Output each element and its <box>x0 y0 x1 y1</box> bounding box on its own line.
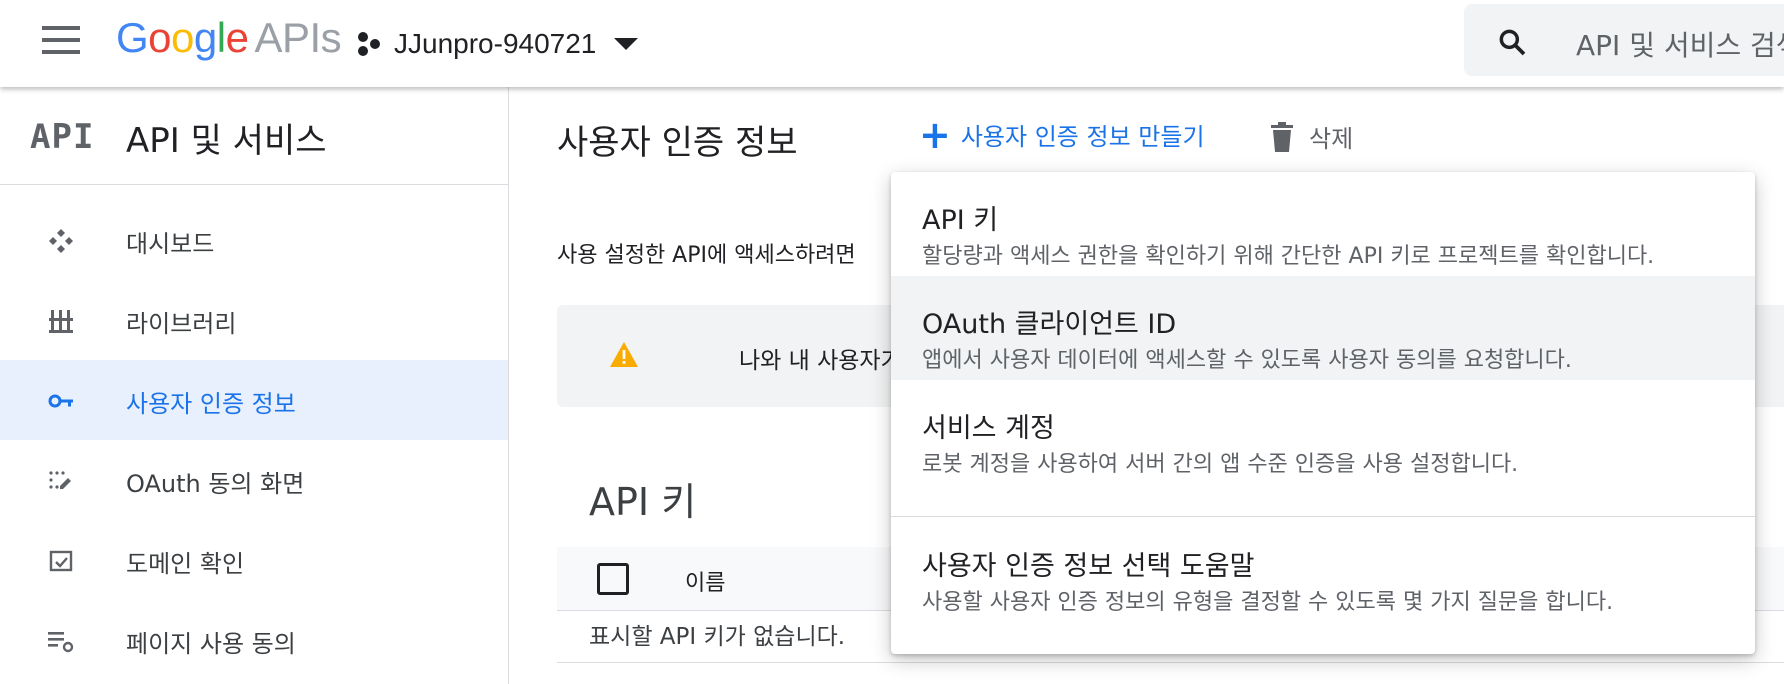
sidebar-item-label: OAuth 동의 화면 <box>126 470 305 498</box>
logo-google-text: Google <box>116 14 249 61</box>
sidebar-item-label: 페이지 사용 동의 <box>126 630 296 658</box>
divider <box>557 662 1784 663</box>
create-credentials-menu: API 키 할당량과 액세스 권한을 확인하기 위해 간단한 API 키로 프로… <box>891 172 1755 654</box>
menu-divider <box>891 516 1755 517</box>
delete-button[interactable]: 삭제 <box>1269 119 1353 154</box>
page-title: 사용자 인증 정보 <box>557 123 798 163</box>
sidebar-item-dashboard[interactable]: 대시보드 <box>0 200 508 280</box>
sidebar-item-oauth-consent[interactable]: OAuth 동의 화면 <box>0 440 508 520</box>
search-icon <box>1499 29 1526 56</box>
trash-icon <box>1271 121 1293 152</box>
menu-item-service-account[interactable]: 서비스 계정 로봇 계정을 사용하여 서버 간의 앱 수준 인증을 사용 설정합… <box>891 380 1755 484</box>
create-credentials-button[interactable]: + 사용자 인증 정보 만들기 <box>919 112 1205 157</box>
sidebar-item-label: 사용자 인증 정보 <box>126 390 296 418</box>
library-icon <box>49 310 73 333</box>
sidebar-item-label: 라이브러리 <box>126 310 237 338</box>
warning-icon <box>610 342 638 367</box>
menu-item-description: 사용할 사용자 인증 정보의 유형을 결정할 수 있도록 몇 가지 질문을 합니… <box>922 590 1614 615</box>
menu-item-description: 앱에서 사용자 데이터에 액세스할 수 있도록 사용자 동의를 요청합니다. <box>922 348 1572 373</box>
domain-verification-icon <box>49 550 73 572</box>
oauth-consent-icon <box>49 471 71 489</box>
sidebar-item-domain-verification[interactable]: 도메인 확인 <box>0 520 508 600</box>
intro-text: 사용 설정한 API에 액세스하려면 <box>557 243 856 268</box>
menu-item-oauth-client-id[interactable]: OAuth 클라이언트 ID 앱에서 사용자 데이터에 액세스할 수 있도록 사… <box>891 276 1755 380</box>
sidebar-item-label: 대시보드 <box>126 230 215 258</box>
menu-item-description: 할당량과 액세스 권한을 확인하기 위해 간단한 API 키로 프로젝트를 확인… <box>922 244 1655 269</box>
page-usage-icon <box>48 632 74 653</box>
api-logo-icon: API <box>30 117 95 157</box>
api-keys-section-title: API 키 <box>589 480 697 524</box>
menu-item-title: 사용자 인증 정보 선택 도움말 <box>922 551 1255 582</box>
sidebar-item-credentials[interactable]: 사용자 인증 정보 <box>0 360 508 440</box>
delete-label: 삭제 <box>1309 125 1354 153</box>
project-name: JJunpro-940721 <box>394 28 597 59</box>
menu-item-title: OAuth 클라이언트 ID <box>922 309 1177 340</box>
column-header-name[interactable]: 이름 <box>685 565 725 597</box>
google-apis-logo[interactable]: Google APIs <box>116 14 342 62</box>
menu-item-api-key[interactable]: API 키 할당량과 액세스 권한을 확인하기 위해 간단한 API 키로 프로… <box>891 172 1755 276</box>
project-icon <box>358 32 380 56</box>
top-app-bar: Google APIs JJunpro-940721 API 및 서비스 검색 <box>0 0 1784 87</box>
key-icon <box>48 394 73 408</box>
empty-table-message: 표시할 API 키가 없습니다. <box>589 624 846 650</box>
search-bar[interactable]: API 및 서비스 검색 <box>1464 4 1784 76</box>
logo-apis-text: APIs <box>254 14 342 61</box>
chevron-down-icon <box>614 38 639 50</box>
create-credentials-label: 사용자 인증 정보 만들기 <box>960 123 1205 151</box>
menu-item-title: 서비스 계정 <box>922 413 1055 444</box>
menu-item-description: 로봇 계정을 사용하여 서버 간의 앱 수준 인증을 사용 설정합니다. <box>922 452 1519 477</box>
main-menu-icon[interactable] <box>42 26 82 54</box>
menu-item-title: API 키 <box>922 205 999 236</box>
sidebar-item-page-usage[interactable]: 페이지 사용 동의 <box>0 600 508 680</box>
select-all-checkbox[interactable] <box>597 563 629 595</box>
search-input[interactable]: API 및 서비스 검색 <box>1576 24 1784 64</box>
plus-icon: + <box>919 112 951 157</box>
sidebar-title: API 및 서비스 <box>126 121 327 161</box>
dashboard-icon <box>49 229 73 253</box>
sidebar: API API 및 서비스 대시보드 라이브러리 사용자 인증 정보 OAuth… <box>0 87 509 684</box>
sidebar-header: API API 및 서비스 <box>0 87 508 185</box>
sidebar-item-label: 도메인 확인 <box>126 550 245 578</box>
sidebar-item-library[interactable]: 라이브러리 <box>0 280 508 360</box>
menu-item-credentials-help[interactable]: 사용자 인증 정보 선택 도움말 사용할 사용자 인증 정보의 유형을 결정할 … <box>891 518 1755 622</box>
project-selector[interactable]: JJunpro-940721 <box>356 22 639 66</box>
